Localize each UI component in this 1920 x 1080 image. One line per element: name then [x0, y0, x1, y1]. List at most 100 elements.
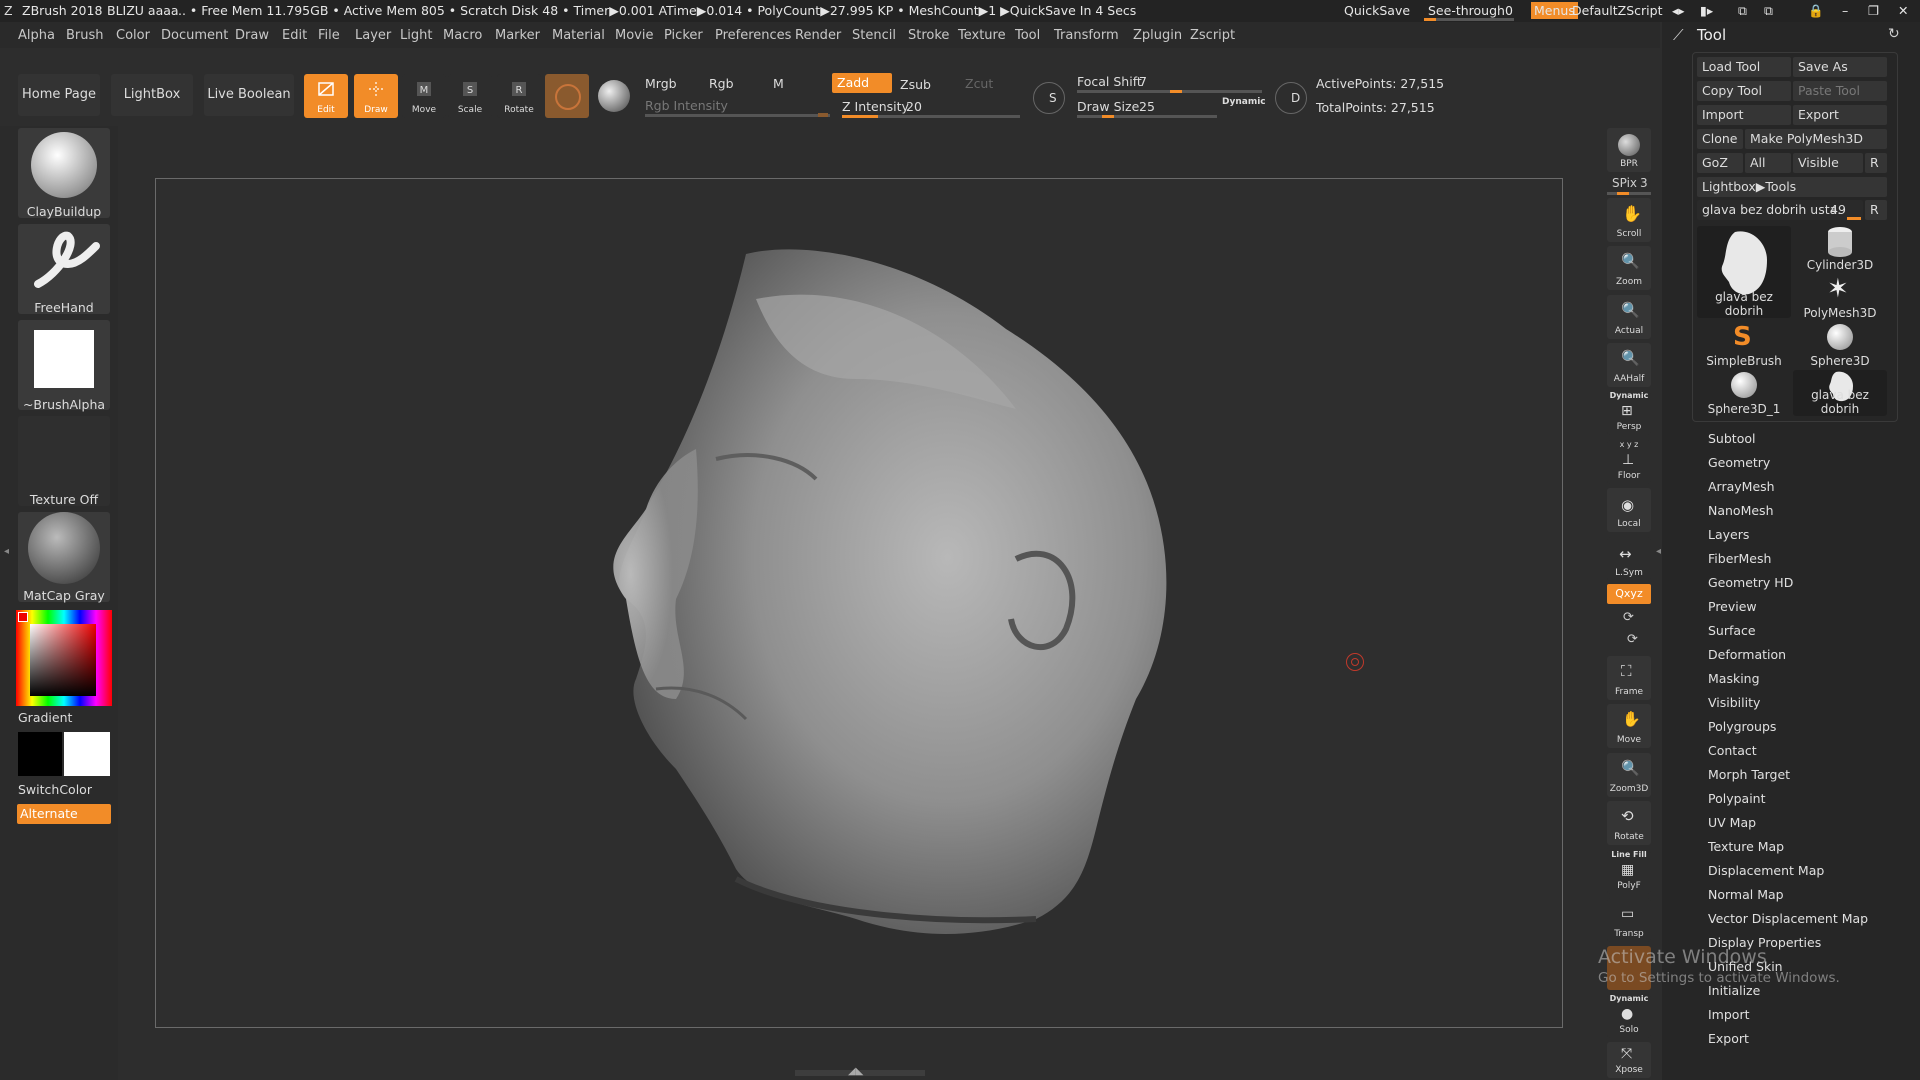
seethrough-track[interactable]	[1424, 18, 1514, 21]
subpalette-import[interactable]: Import	[1708, 1007, 1750, 1022]
aahalf-button[interactable]: 🔍 AAHalf	[1607, 343, 1651, 387]
rotate-view-button[interactable]: ⟲ Rotate	[1607, 801, 1651, 845]
mrgb-button[interactable]: Mrgb	[645, 76, 677, 91]
menu-stroke[interactable]: Stroke	[908, 28, 949, 43]
menu-color[interactable]: Color	[116, 28, 150, 43]
export-button[interactable]: Export	[1793, 105, 1887, 125]
menu-zscript[interactable]: Zscript	[1190, 28, 1235, 43]
tool-thumb-cylinder3d[interactable]: Cylinder3D	[1793, 226, 1887, 272]
switchcolor-button[interactable]: SwitchColor	[18, 782, 110, 797]
subpalette-polygroups[interactable]: Polygroups	[1708, 719, 1776, 734]
rotate-y-icon[interactable]: ⟳	[1623, 610, 1634, 625]
color-picker-square[interactable]	[30, 624, 96, 696]
subpalette-visibility[interactable]: Visibility	[1708, 695, 1760, 710]
subpalette-fibermesh[interactable]: FiberMesh	[1708, 551, 1771, 566]
menu-draw[interactable]: Draw	[235, 28, 269, 43]
scroll-button[interactable]: ✋ Scroll	[1607, 198, 1651, 242]
zcut-button[interactable]: Zcut	[965, 76, 993, 91]
menu-alpha[interactable]: Alpha	[18, 28, 55, 43]
tool-pin-icon[interactable]: ⟋	[1673, 26, 1684, 44]
layout-bars-icon[interactable]: ▮▸	[1700, 3, 1713, 18]
current-tool-r-button[interactable]: R	[1865, 200, 1887, 220]
draw-size-dynamic-icon[interactable]: D	[1275, 82, 1307, 114]
menu-brush[interactable]: Brush	[66, 28, 104, 43]
subpalette-export[interactable]: Export	[1708, 1031, 1749, 1046]
close-icon[interactable]: ✕	[1898, 3, 1908, 18]
menu-light[interactable]: Light	[400, 28, 432, 43]
live-boolean-button[interactable]: Live Boolean	[204, 74, 294, 116]
menu-zplugin[interactable]: Zplugin	[1133, 28, 1182, 43]
focal-shift-curve-icon[interactable]: S	[1033, 82, 1065, 114]
subpalette-uv-map[interactable]: UV Map	[1708, 815, 1756, 830]
subpalette-displacement-map[interactable]: Displacement Map	[1708, 863, 1824, 878]
rgb-button[interactable]: Rgb	[709, 76, 734, 91]
subpalette-polypaint[interactable]: Polypaint	[1708, 791, 1766, 806]
menus-button[interactable]: Menus	[1531, 2, 1578, 19]
primary-color-swatch[interactable]	[18, 732, 62, 776]
secondary-color-swatch[interactable]	[64, 732, 110, 776]
defaultzscript-button[interactable]: DefaultZScript	[1572, 3, 1663, 18]
lsym-button[interactable]: ↔ L.Sym	[1607, 537, 1651, 581]
document-canvas[interactable]	[155, 178, 1563, 1028]
save-as-button[interactable]: Save As	[1793, 57, 1887, 77]
subpalette-normal-map[interactable]: Normal Map	[1708, 887, 1784, 902]
sculpted-head-model[interactable]	[156, 179, 1564, 1029]
floor-button[interactable]: x y z ⊥ Floor	[1607, 440, 1651, 484]
dynamic-toggle[interactable]: Dynamic	[1222, 97, 1266, 107]
menu-preferences[interactable]: Preferences	[715, 28, 791, 43]
subpalette-contact[interactable]: Contact	[1708, 743, 1757, 758]
restore-icon[interactable]: ❐	[1868, 3, 1879, 18]
lock-icon[interactable]: 🔒	[1808, 3, 1824, 19]
tool-reset-icon[interactable]: ↻	[1888, 26, 1900, 42]
menu-material[interactable]: Material	[552, 28, 605, 43]
subpalette-arraymesh[interactable]: ArrayMesh	[1708, 479, 1775, 494]
xyz-symmetry-button[interactable]: Qxyz	[1607, 584, 1651, 604]
actual-button[interactable]: 🔍 Actual	[1607, 295, 1651, 339]
layout-arrows-icon[interactable]: ◂▸	[1672, 3, 1685, 18]
subpalette-geometry-hd[interactable]: Geometry HD	[1708, 575, 1793, 590]
subpalette-deformation[interactable]: Deformation	[1708, 647, 1786, 662]
rotate-button[interactable]: R Rotate	[497, 74, 541, 118]
zsub-button[interactable]: Zsub	[900, 77, 931, 92]
zadd-button[interactable]: Zadd	[832, 73, 892, 93]
bottom-expand-icon[interactable]: ◢◣	[848, 1066, 863, 1077]
rgb-intensity-handle[interactable]	[818, 113, 828, 117]
draw-size-handle[interactable]	[1102, 115, 1114, 118]
goz-visible-button[interactable]: Visible	[1793, 153, 1863, 173]
menu-stencil[interactable]: Stencil	[852, 28, 896, 43]
menu-macro[interactable]: Macro	[443, 28, 482, 43]
menu-marker[interactable]: Marker	[495, 28, 540, 43]
window-layout2-icon[interactable]: ⧉	[1764, 3, 1773, 19]
zoom3d-button[interactable]: 🔍 Zoom3D	[1607, 753, 1651, 797]
focal-shift-handle[interactable]	[1170, 90, 1182, 93]
edit-button[interactable]: Edit	[304, 74, 348, 118]
tool-thumb-glava-2[interactable]: glava bez dobrih	[1793, 370, 1887, 416]
zoom-button[interactable]: 🔍 Zoom	[1607, 246, 1651, 290]
copy-tool-button[interactable]: Copy Tool	[1697, 81, 1791, 101]
tool-thumb-polymesh3d[interactable]: ✶ PolyMesh3D	[1793, 274, 1887, 320]
goz-all-button[interactable]: All	[1745, 153, 1791, 173]
frame-button[interactable]: ⛶ Frame	[1607, 656, 1651, 700]
menu-transform[interactable]: Transform	[1054, 28, 1119, 43]
menu-document[interactable]: Document	[161, 28, 228, 43]
quicksave-button[interactable]: QuickSave	[1344, 3, 1410, 18]
menu-render[interactable]: Render	[795, 28, 841, 43]
seethrough-slider[interactable]: See-through	[1428, 3, 1505, 18]
right-panel-collapse-icon[interactable]: ◂	[1656, 546, 1661, 557]
spix-slider[interactable]	[1607, 192, 1651, 195]
subpalette-subtool[interactable]: Subtool	[1708, 431, 1755, 446]
menu-picker[interactable]: Picker	[664, 28, 703, 43]
draw-size-track[interactable]	[1077, 115, 1217, 118]
make-polymesh3d-button[interactable]: Make PolyMesh3D	[1745, 129, 1887, 149]
move-view-button[interactable]: ✋ Move	[1607, 704, 1651, 748]
polyf-button[interactable]: Line Fill ▦ PolyF	[1607, 850, 1651, 894]
tool-thumb-simplebrush[interactable]: S SimpleBrush	[1697, 322, 1791, 368]
bpr-button[interactable]: BPR	[1607, 128, 1651, 172]
goz-button[interactable]: GoZ	[1697, 153, 1743, 173]
scale-button[interactable]: S Scale	[448, 74, 492, 118]
m-button[interactable]: M	[773, 76, 784, 91]
current-tool-slider[interactable]: glava bez dobrih usta. 49	[1697, 200, 1863, 220]
clone-button[interactable]: Clone	[1697, 129, 1743, 149]
tool-thumb-sphere3d[interactable]: Sphere3D	[1793, 322, 1887, 368]
menu-tool[interactable]: Tool	[1015, 28, 1040, 43]
